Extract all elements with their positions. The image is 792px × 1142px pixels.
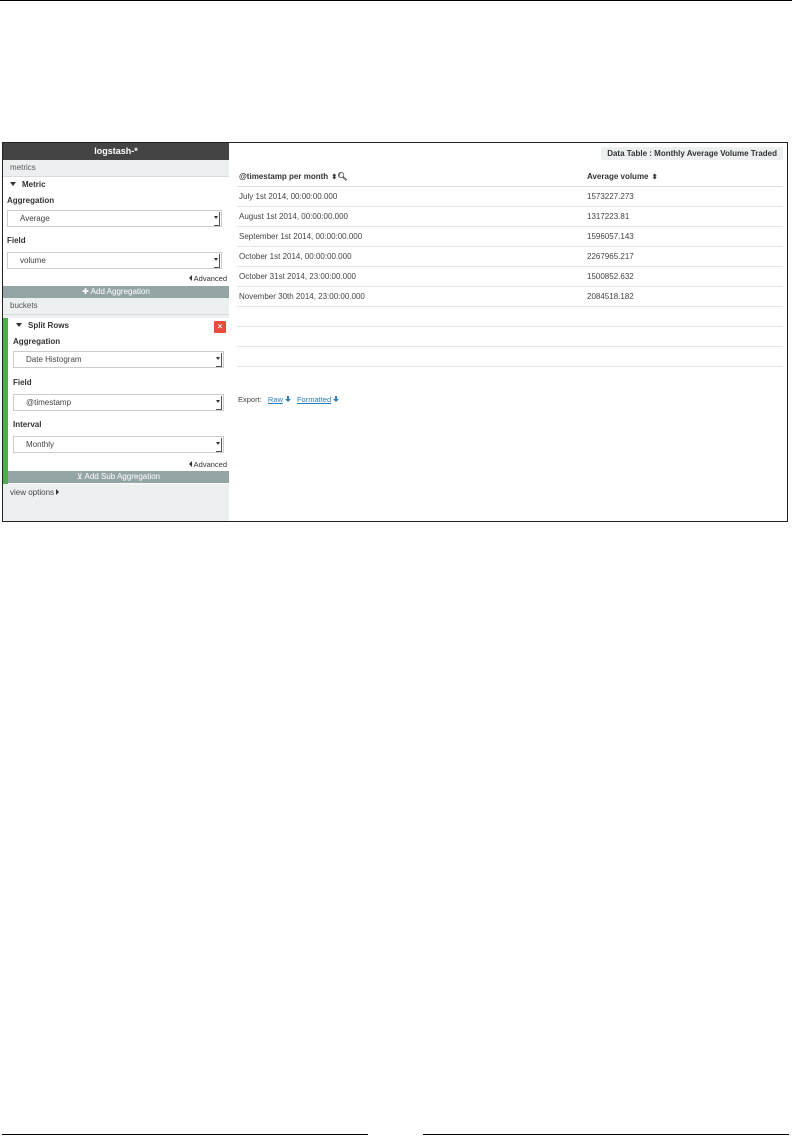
caret-down-icon <box>16 322 22 327</box>
metric-field-value: volume <box>20 256 46 265</box>
metric-advanced-label: Advanced <box>193 274 227 283</box>
footer-rule-left <box>2 1134 368 1135</box>
caret-left-icon <box>188 275 192 281</box>
table-cell: October 1st 2014, 00:00:00.000 <box>239 252 352 261</box>
table-cell: 1596057.143 <box>587 232 634 241</box>
footer-rule-right <box>423 1134 789 1135</box>
table-row: September 1st 2014, 00:00:00.000 1596057.… <box>237 227 783 247</box>
export-formatted-label: Formatted <box>296 395 332 404</box>
metric-agg-panel: Metric Aggregation Average Field volume … <box>3 177 229 286</box>
caret-left-icon <box>188 461 192 467</box>
add-aggregation-button[interactable]: ✚ Add Aggregation <box>3 286 229 298</box>
view-options-label: view options <box>10 488 55 497</box>
table-cell: 1573227.273 <box>587 192 634 201</box>
table-row: November 30th 2014, 23:00:00.000 2084518.… <box>237 287 783 307</box>
table-cell: 2084518.182 <box>587 292 634 301</box>
visualization-title: Data Table : Monthly Average Volume Trad… <box>601 147 783 160</box>
export-formatted-link[interactable]: Formatted <box>296 395 340 404</box>
export-raw-link[interactable]: Raw <box>268 395 291 404</box>
buckets-section-label: buckets <box>3 298 229 315</box>
search-icon[interactable]: 🔍︎ <box>337 172 347 181</box>
metric-field-label: Field <box>7 236 26 245</box>
bucket-field-label: Field <box>13 378 32 387</box>
metric-aggregation-value: Average <box>20 214 50 223</box>
table-cell: August 1st 2014, 00:00:00.000 <box>239 212 348 221</box>
column-header-label: Average volume <box>587 172 649 181</box>
metrics-section-label: metrics <box>3 160 229 177</box>
select-arrow-icon <box>216 353 222 367</box>
table-row: October 31st 2014, 23:00:00.000 1500852.6… <box>237 267 783 287</box>
select-arrow-icon <box>216 396 222 410</box>
bucket-accent-bar <box>3 318 8 484</box>
bucket-aggregation-value: Date Histogram <box>26 355 82 364</box>
bucket-field-select[interactable]: @timestamp <box>13 394 224 411</box>
bucket-advanced-label: Advanced <box>193 460 227 469</box>
table-cell: September 1st 2014, 00:00:00.000 <box>239 232 363 241</box>
data-table: @timestamp per month ⬍🔍︎ Average volume … <box>237 167 783 367</box>
sort-icon[interactable]: ⬍ <box>652 174 658 181</box>
metric-agg-header[interactable]: Metric <box>3 177 229 193</box>
bucket-field-value: @timestamp <box>26 398 72 407</box>
bucket-aggregation-label: Aggregation <box>13 337 61 346</box>
empty-table-row <box>237 347 783 367</box>
select-arrow-icon <box>214 254 220 268</box>
empty-table-row <box>237 327 783 347</box>
table-cell: 1500852.632 <box>587 272 634 281</box>
split-rows-header[interactable]: Split Rows <box>9 318 229 334</box>
table-cell: 2267965.217 <box>587 252 634 261</box>
bucket-interval-label: Interval <box>13 420 42 429</box>
bucket-advanced-toggle[interactable]: Advanced <box>9 459 229 471</box>
table-cell: July 1st 2014, 00:00:00.000 <box>239 192 338 201</box>
metric-aggregation-label: Aggregation <box>7 196 55 205</box>
plus-icon: ✚ <box>82 287 91 296</box>
bucket-interval-value: Monthly <box>26 440 55 449</box>
kibana-visualize-window: logstash-* metrics Metric Aggregation Av… <box>2 142 788 522</box>
view-options-toggle[interactable]: view options <box>3 484 229 501</box>
caret-down-icon <box>10 181 16 186</box>
split-rows-title: Split Rows <box>28 321 69 330</box>
export-raw-label: Raw <box>267 395 283 404</box>
select-arrow-icon <box>214 212 220 226</box>
table-cell: November 30th 2014, 23:00:00.000 <box>239 292 365 301</box>
add-aggregation-label: Add Aggregation <box>90 287 150 296</box>
bucket-interval-select[interactable]: Monthly <box>13 436 224 453</box>
bucket-aggregation-select[interactable]: Date Histogram <box>13 351 224 368</box>
visualization-area: Data Table : Monthly Average Volume Trad… <box>229 143 787 521</box>
metric-advanced-toggle[interactable]: Advanced <box>3 273 229 285</box>
add-sub-aggregation-button[interactable]: ⊻ Add Sub Aggregation <box>8 471 229 483</box>
split-rows-panel: Split Rows × Aggregation Date Histogram … <box>3 318 229 484</box>
metric-field-select[interactable]: volume <box>7 252 222 269</box>
column-header-label: @timestamp per month <box>239 172 329 181</box>
download-icon <box>284 396 291 402</box>
top-page-rule <box>0 0 792 1</box>
export-label: Export: <box>238 395 262 404</box>
index-pattern-title: logstash-* <box>3 143 229 160</box>
column-header-timestamp[interactable]: @timestamp per month ⬍🔍︎ <box>239 167 347 187</box>
table-cell: October 31st 2014, 23:00:00.000 <box>239 272 356 281</box>
table-row: October 1st 2014, 00:00:00.000 2267965.21… <box>237 247 783 267</box>
select-arrow-icon <box>216 438 222 452</box>
sub-agg-icon: ⊻ <box>76 472 85 481</box>
caret-right-icon <box>56 489 60 495</box>
table-cell: 1317223.81 <box>587 212 630 221</box>
column-header-average-volume[interactable]: Average volume ⬍ <box>587 167 658 187</box>
editor-sidebar: logstash-* metrics Metric Aggregation Av… <box>3 143 229 521</box>
table-row: August 1st 2014, 00:00:00.000 1317223.81 <box>237 207 783 227</box>
download-icon <box>333 396 340 402</box>
export-bar: Export: Raw Formatted <box>238 395 340 404</box>
metric-agg-title: Metric <box>22 180 46 189</box>
remove-bucket-button[interactable]: × <box>214 321 226 333</box>
empty-table-row <box>237 307 783 327</box>
metric-aggregation-select[interactable]: Average <box>7 210 222 227</box>
table-header-row: @timestamp per month ⬍🔍︎ Average volume … <box>237 167 783 187</box>
table-row: July 1st 2014, 00:00:00.000 1573227.273 <box>237 187 783 207</box>
add-sub-aggregation-label: Add Sub Aggregation <box>84 472 161 481</box>
